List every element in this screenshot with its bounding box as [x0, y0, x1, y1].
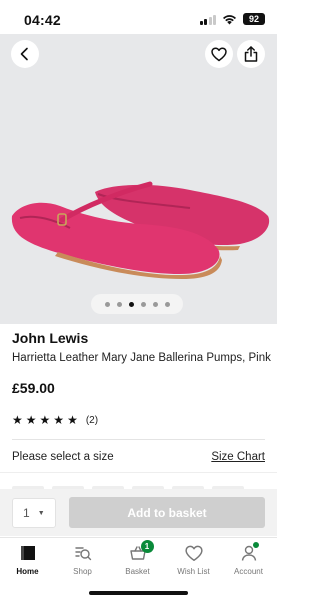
- battery-icon: 92: [243, 13, 265, 25]
- star-icon: ★: [39, 413, 51, 427]
- account-status-dot: [252, 542, 259, 548]
- status-bar: 04:42 92: [0, 0, 277, 34]
- divider: [12, 439, 265, 440]
- wifi-icon: [223, 14, 236, 24]
- tab-home[interactable]: Home: [0, 542, 55, 582]
- tab-label: Shop: [73, 567, 92, 576]
- carousel-pagination[interactable]: [91, 294, 183, 314]
- tab-wish-list[interactable]: Wish List: [166, 542, 221, 582]
- carousel-dot[interactable]: [164, 301, 170, 307]
- heart-icon: [211, 46, 227, 61]
- tab-basket[interactable]: 1 Basket: [110, 540, 165, 582]
- caret-down-icon: ▼: [37, 509, 45, 517]
- tab-label: Basket: [125, 567, 150, 576]
- quantity-value: 1: [23, 506, 30, 520]
- account-icon: [240, 542, 259, 564]
- tab-label: Wish List: [177, 567, 210, 576]
- status-icons: 92: [199, 12, 265, 26]
- divider: [0, 472, 277, 473]
- home-icon: [19, 542, 37, 564]
- signal-icon: [199, 14, 216, 25]
- carousel-dot[interactable]: [104, 301, 110, 307]
- shop-search-icon: [74, 542, 92, 564]
- review-count: (2): [85, 414, 99, 426]
- quantity-select[interactable]: 1 ▼: [12, 498, 56, 528]
- share-icon: [244, 46, 258, 62]
- carousel-dot[interactable]: [152, 301, 158, 307]
- product-price: £59.00: [12, 380, 55, 396]
- rating-summary[interactable]: ★ ★ ★ ★ ★ (2): [12, 414, 98, 426]
- status-time: 04:42: [24, 12, 61, 28]
- chevron-left-icon: [20, 47, 28, 61]
- carousel-dot[interactable]: [116, 301, 122, 307]
- tab-label: Account: [234, 567, 263, 576]
- add-to-basket-button[interactable]: Add to basket: [69, 497, 265, 528]
- carousel-dot-active[interactable]: [128, 301, 134, 307]
- product-image-carousel[interactable]: [0, 34, 277, 324]
- size-prompt: Please select a size: [12, 451, 114, 463]
- product-photo: [11, 181, 270, 279]
- star-icon: ★: [12, 413, 23, 427]
- star-icon: ★: [53, 413, 65, 427]
- size-chart-link[interactable]: Size Chart: [211, 451, 265, 463]
- star-icon: ★: [67, 413, 78, 427]
- product-title: Harrietta Leather Mary Jane Ballerina Pu…: [12, 352, 271, 364]
- heart-icon: [184, 542, 203, 564]
- star-icon: ★: [25, 413, 37, 427]
- tab-account[interactable]: Account: [221, 542, 276, 582]
- tab-label: Home: [16, 567, 39, 576]
- basket-icon: 1: [129, 540, 154, 564]
- home-indicator: [89, 591, 188, 595]
- add-to-wishlist-button[interactable]: [205, 40, 233, 68]
- back-button[interactable]: [11, 40, 39, 68]
- tab-shop[interactable]: Shop: [55, 542, 110, 582]
- carousel-dot[interactable]: [140, 301, 146, 307]
- product-brand[interactable]: John Lewis: [12, 330, 88, 346]
- share-button[interactable]: [237, 40, 265, 68]
- basket-count-badge: 1: [140, 540, 154, 553]
